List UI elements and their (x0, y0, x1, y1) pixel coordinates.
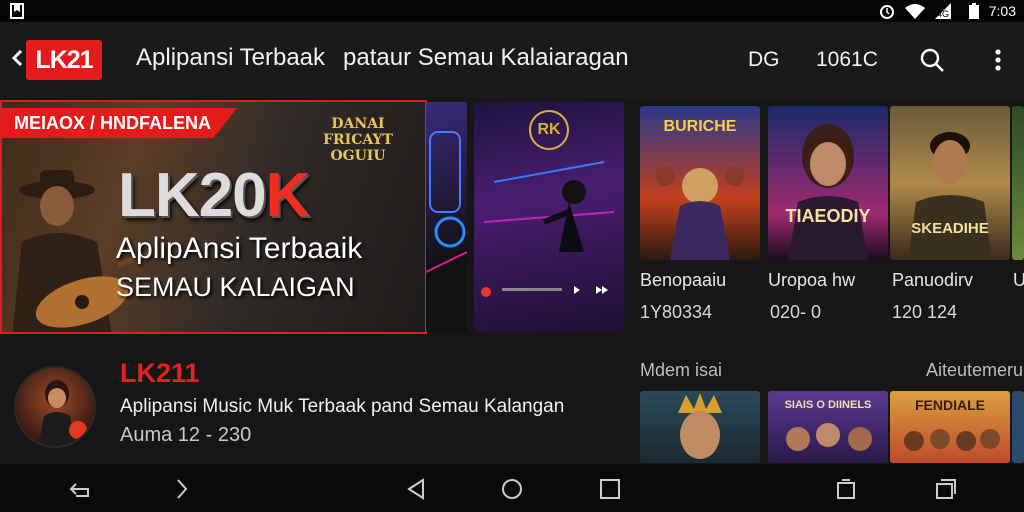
card-4-title: U (1013, 270, 1024, 290)
nav-rotate-icon[interactable] (834, 478, 858, 500)
thumb-card-4[interactable] (1012, 391, 1024, 463)
nav-home-icon[interactable] (500, 478, 524, 500)
poster-2-art (788, 124, 868, 260)
status-bar: 4G 7:03 (0, 0, 1024, 22)
hero-subtitle-2: SEMAU KALAIGAN (116, 272, 355, 302)
poster-1-art (655, 166, 745, 260)
nav-window-icon[interactable] (934, 478, 958, 500)
hero-banner[interactable]: MEIAOX / HNDFALENA DANAI FRICAYT OGUIU L… (0, 100, 427, 334)
app-logo[interactable]: LK21 (26, 40, 102, 80)
nav-recents-icon[interactable] (598, 478, 622, 500)
card-1-number: 1Y80334 (640, 302, 713, 322)
section-label-left[interactable]: Mdem isai (640, 360, 722, 381)
side-card-art (426, 131, 467, 273)
hero-subtitle-1: AplipAnsi Terbaaik (116, 232, 363, 265)
poster-3-text: SKEADIHE (911, 220, 989, 237)
poster-card-3[interactable]: SKEADIHE (890, 106, 1010, 260)
back-arrow-icon[interactable] (10, 48, 24, 68)
signal-icon: 4G (934, 3, 951, 19)
nav-back-icon[interactable] (68, 478, 92, 500)
appbar-item-dg[interactable]: DG (748, 48, 780, 72)
thumb-card-1[interactable] (640, 391, 760, 463)
battery-icon (968, 3, 979, 19)
thumb-3-art (904, 429, 1000, 451)
avatar-figure (38, 380, 87, 446)
search-icon[interactable] (918, 46, 946, 74)
card-3-title: Panuodirv (892, 270, 974, 290)
poster-card-1[interactable]: BURICHE (640, 106, 760, 260)
appbar-item-code[interactable]: 1061C (816, 48, 878, 72)
nav-forward-icon[interactable] (170, 478, 194, 500)
card-2-number: 020- 0 (770, 302, 822, 322)
channel-meta: Auma 12 - 230 (120, 424, 252, 446)
bookmark-icon (10, 3, 24, 19)
card-3-number: 120 124 (892, 302, 958, 322)
thumb-card-3[interactable]: FENDIALE (890, 391, 1010, 463)
app-title-part2: pataur Semau Kalaiaragan (343, 44, 629, 71)
avatar[interactable] (14, 366, 96, 448)
navigation-bar (0, 464, 1024, 512)
card-2-title: Uropoa hw (768, 270, 856, 290)
app-title: Aplipansi Terbaak pataur Semau Kalaiaraga… (136, 44, 629, 72)
thumb-card-2[interactable]: SIAIS O DIINELS (768, 391, 888, 463)
channel-description: Aplipansi Music Muk Terbaak pand Semau K… (120, 396, 565, 417)
poster-2-text: TIAEODIY (785, 206, 871, 226)
thumb-2-art (786, 423, 872, 451)
section-label-right[interactable]: Aiteutemeru (926, 360, 1023, 381)
svg-text:4G: 4G (937, 9, 949, 19)
nav-triangle-back-icon[interactable] (404, 478, 428, 500)
alarm-icon (879, 5, 894, 19)
wifi-icon (904, 4, 925, 19)
hero-script-text: DANAI FRICAYT OGUIU (323, 116, 393, 164)
app-bar: LK21 Aplipansi Terbaak pataur Semau Kalai… (0, 22, 1024, 98)
channel-name[interactable]: LK211 (120, 358, 200, 389)
poster-card-4[interactable] (1012, 106, 1024, 260)
app-title-part1: Aplipansi Terbaak (136, 44, 326, 71)
status-time: 7:03 (988, 3, 1016, 19)
player-art (481, 161, 615, 297)
hero-big-title: LK20K (118, 161, 310, 230)
music-player-card[interactable]: RK (474, 102, 624, 332)
more-vert-icon[interactable] (988, 46, 1008, 74)
card-1-title: Benopaaiu (640, 270, 727, 290)
hero-tag: MEIAOX / HNDFALENA (2, 108, 238, 138)
thumb-1-art (678, 393, 722, 459)
poster-card-2[interactable]: TIAEODIY (768, 106, 888, 260)
side-card[interactable] (426, 102, 467, 332)
